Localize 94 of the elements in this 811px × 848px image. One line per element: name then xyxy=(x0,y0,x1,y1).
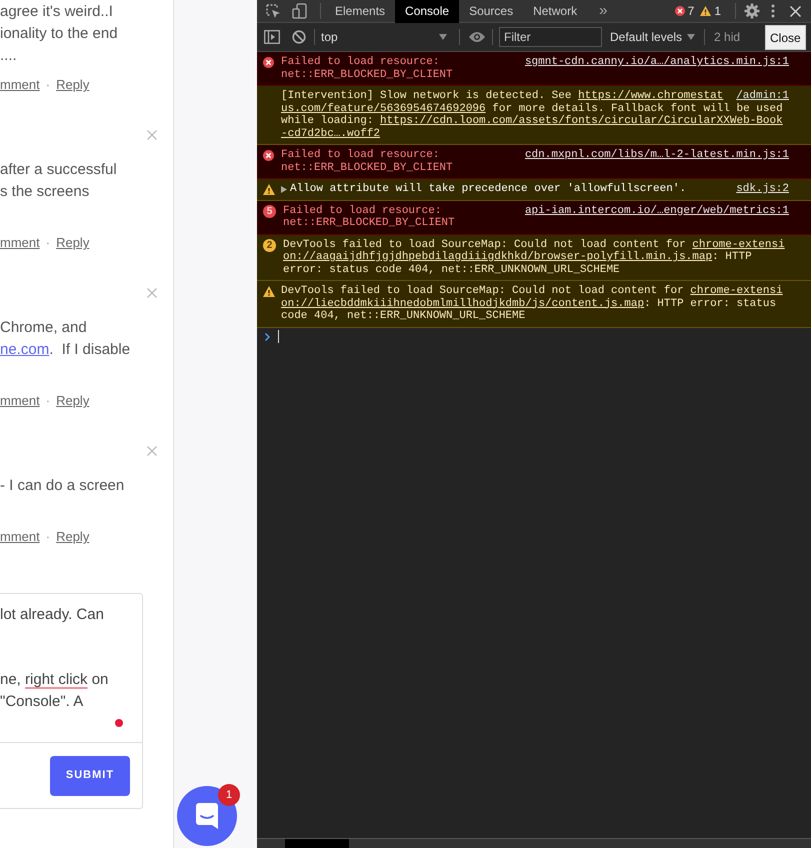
submit-button[interactable]: SUBMIT xyxy=(50,756,130,796)
action-link[interactable]: mment xyxy=(0,234,40,252)
devtools-tab[interactable]: Console xyxy=(395,0,460,22)
source-link[interactable]: /admin:1 xyxy=(736,90,789,102)
issue-counter[interactable]: 7 1 xyxy=(674,2,721,20)
repeat-count-badge: 2 xyxy=(263,239,276,252)
action-link[interactable]: Reply xyxy=(56,234,90,252)
message-link[interactable]: -cd7d2bc….woff2 xyxy=(281,128,380,140)
message-text: Failed to load resource: xyxy=(281,56,440,68)
message-text: for more details. Fallback font will be used xyxy=(491,102,783,115)
message-text: Failed to load resource: xyxy=(283,204,442,217)
devtools-tab[interactable]: Sources xyxy=(459,0,524,22)
message-link[interactable]: on://aagaijdhfjgjdhpebdilagdiiigdkhkd/browser-polyfill.min.js.map xyxy=(283,251,712,264)
action-link[interactable]: mment xyxy=(0,392,40,410)
message-text: [Intervention] Slow network is detected. See xyxy=(281,90,572,102)
error-count: 7 xyxy=(688,3,694,20)
expand-triangle-icon[interactable] xyxy=(281,186,287,193)
comment-text: agree it's weird..I xyxy=(0,2,113,22)
prompt-chevron-icon xyxy=(265,332,270,340)
caret-icon xyxy=(687,34,696,40)
action-link[interactable]: mment xyxy=(0,528,40,546)
source-link[interactable]: sgmnt-cdn.canny.io/a…/analytics.min.js:1 xyxy=(524,56,789,68)
composer-text: ne, xyxy=(0,670,22,690)
composer-text: "Console". A xyxy=(0,692,84,712)
message-text: DevTools failed to load SourceMap: Could not load content for xyxy=(283,238,687,251)
separator-dot: · xyxy=(46,392,50,410)
eye-icon[interactable] xyxy=(468,31,486,43)
clear-console-icon[interactable] xyxy=(292,30,306,44)
message-text: code 404, net::ERR_UNKNOWN_URL_SCHEME xyxy=(281,310,526,322)
composer-text: on xyxy=(90,670,108,690)
message-text: net::ERR_BLOCKED_BY_CLIENT xyxy=(283,217,455,230)
message-text: net::ERR_BLOCKED_BY_CLIENT xyxy=(281,162,453,174)
comment-text: after a successful xyxy=(0,160,117,180)
text-link[interactable]: ne.com xyxy=(0,339,50,361)
comment-text: . If I disable xyxy=(49,340,130,360)
devtools-tab[interactable]: Elements xyxy=(325,0,396,22)
chat-bubble-icon xyxy=(196,803,218,829)
comment-text: - I can do a screen xyxy=(0,476,124,496)
comment-text: .... xyxy=(0,46,17,66)
message-link[interactable]: on://liecbddmkiiihnedobmlmillhodjkdmb/js/content.js.map xyxy=(281,298,644,310)
device-icon[interactable] xyxy=(292,3,308,19)
message-text: net::ERR_BLOCKED_BY_CLIENT xyxy=(281,68,453,81)
message-text: DevTools failed to load SourceMap: Could not load content for xyxy=(281,285,685,298)
comment-text: ionality to the end xyxy=(0,24,118,44)
caret-icon xyxy=(439,34,447,40)
log-levels-dropdown[interactable]: Default levels xyxy=(610,28,696,46)
error-icon xyxy=(263,150,274,160)
close-icon[interactable] xyxy=(790,6,801,16)
text-cursor xyxy=(278,330,279,343)
error-icon xyxy=(674,6,685,16)
hidden-messages-count: 2 hid xyxy=(714,29,740,46)
inspect-icon[interactable] xyxy=(265,3,281,19)
message-text: error: status code 404, net::ERR_UNKNOWN_URL_SCHEME xyxy=(283,264,620,276)
separator-dot: · xyxy=(46,234,50,252)
message-link[interactable]: chrome-extensi xyxy=(692,238,785,251)
warning-icon xyxy=(263,184,275,194)
warning-count: 1 xyxy=(714,3,721,20)
message-link[interactable]: chrome-extensi xyxy=(690,285,783,298)
settings-icon[interactable] xyxy=(744,3,760,19)
message-text: : HTTP xyxy=(712,251,752,264)
context-selector[interactable]: top xyxy=(321,28,451,46)
action-link[interactable]: mment xyxy=(0,76,40,94)
comment-text: s the screens xyxy=(0,182,90,202)
notification-badge: 1 xyxy=(218,784,240,806)
separator-dot: · xyxy=(46,528,50,546)
comment-composer[interactable]: lot already. Can ne, right click on "Console". A SUBMIT xyxy=(0,593,143,809)
composer-text: lot already. Can xyxy=(0,605,104,625)
message-text: Allow attribute will take precedence over 'allowfullscreen'. xyxy=(290,183,686,196)
warning-icon xyxy=(700,6,712,16)
separator-dot: · xyxy=(46,76,50,94)
sidebar-toggle-icon[interactable] xyxy=(264,30,280,44)
comment-text: Chrome, and xyxy=(0,318,87,338)
more-options-icon[interactable] xyxy=(771,4,775,18)
composer-text: right click xyxy=(25,670,88,690)
chat-launcher[interactable] xyxy=(177,786,237,846)
error-icon xyxy=(263,56,274,68)
action-link[interactable]: Reply xyxy=(56,76,90,94)
action-link[interactable]: Reply xyxy=(56,528,90,546)
message-text: while loading: xyxy=(281,115,374,128)
message-text: Failed to load resource: xyxy=(281,149,440,162)
action-link[interactable]: Reply xyxy=(56,392,90,410)
source-link[interactable]: api-iam.intercom.io/…enger/web/metrics:1 xyxy=(524,204,789,217)
message-link[interactable]: us.com/feature/5636954674692096 xyxy=(281,102,486,115)
warning-icon xyxy=(263,286,275,296)
repeat-count-badge: 5 xyxy=(263,205,276,218)
filter-field[interactable]: Filter xyxy=(499,27,602,47)
message-text: : HTTP error: status xyxy=(644,298,776,310)
more-tabs-button[interactable]: » xyxy=(599,0,608,22)
close-tooltip: Close xyxy=(765,25,806,50)
source-link[interactable]: cdn.mxpnl.com/libs/m…l-2-latest.min.js:1 xyxy=(524,149,789,162)
message-link[interactable]: https://cdn.loom.com/assets/fonts/circular/CircularXXWeb-Book xyxy=(380,115,783,128)
devtools-tab[interactable]: Network xyxy=(523,0,588,22)
source-link[interactable]: sdk.js:2 xyxy=(736,183,789,196)
message-link[interactable]: https://www.chromestat xyxy=(578,90,724,102)
